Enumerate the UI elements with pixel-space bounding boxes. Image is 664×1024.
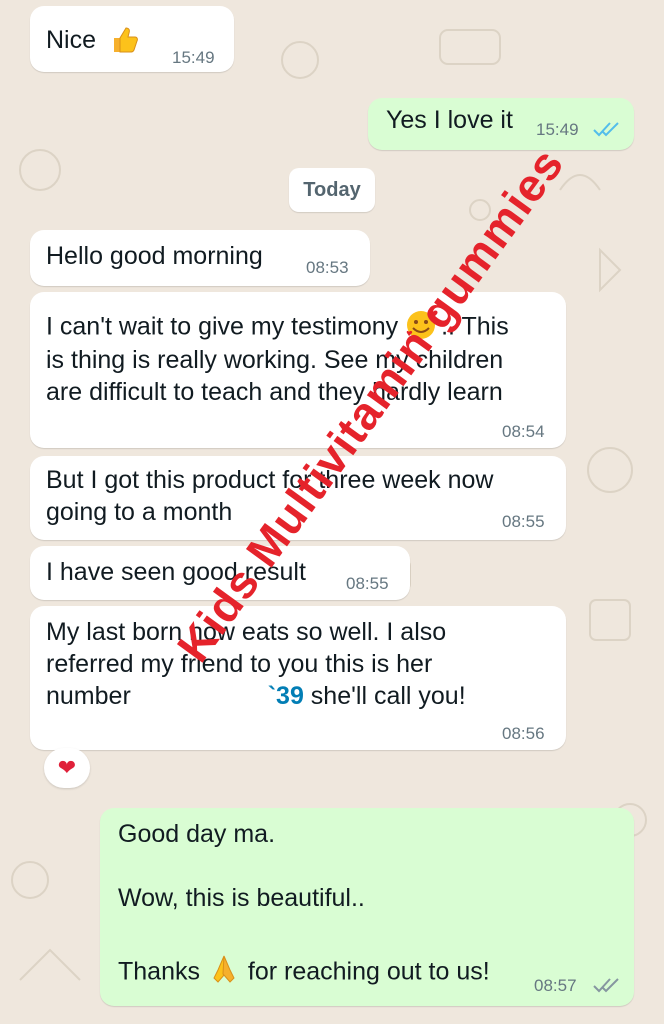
message-bubble-incoming[interactable]: But I got this product for three week no… xyxy=(30,456,566,540)
message-line: number `39 she'll call you! xyxy=(46,682,466,711)
message-text: Yes I love it xyxy=(386,106,513,134)
redacted-phone-number xyxy=(137,684,268,711)
delivered-receipt-icon xyxy=(592,976,622,999)
message-time: 08:55 xyxy=(502,512,545,531)
message-bubble-incoming[interactable]: I have seen good result 08:55 xyxy=(30,546,410,600)
message-time: 08:53 xyxy=(306,258,349,277)
message-line: But I got this product for three week no… xyxy=(46,466,494,494)
message-line: Wow, this is beautiful.. xyxy=(118,884,365,912)
message-bubble-outgoing[interactable]: Good day ma. Wow, this is beautiful.. Th… xyxy=(100,808,634,1006)
message-time: 08:57 xyxy=(534,976,577,995)
message-text: I have seen good result xyxy=(46,558,306,586)
message-time: 08:55 xyxy=(346,574,389,593)
heart-reaction-icon[interactable]: ❤ xyxy=(44,748,90,788)
message-line: is thing is really working. See my child… xyxy=(46,346,504,374)
message-time: 08:54 xyxy=(502,422,545,441)
message-time: 08:56 xyxy=(502,724,545,743)
message-time: 15:49 xyxy=(536,120,579,139)
message-text: Nice xyxy=(46,26,97,54)
message-line: I can't wait to give my testimony .. Thi… xyxy=(46,308,509,348)
message-bubble-outgoing[interactable]: Yes I love it 15:49 xyxy=(368,98,634,150)
day-divider: Today xyxy=(289,168,375,212)
message-line: My last born now eats so well. I also xyxy=(46,618,447,646)
message-text: Hello good morning xyxy=(46,242,263,270)
read-receipt-icon xyxy=(592,120,622,143)
message-line: Good day ma. xyxy=(118,820,276,848)
message-bubble-incoming[interactable]: I can't wait to give my testimony .. Thi… xyxy=(30,292,566,448)
message-line: referred my friend to you this is her xyxy=(46,650,433,678)
message-line: are difficult to teach and they hardly l… xyxy=(46,378,503,406)
smiling-face-with-hearts-icon xyxy=(405,308,441,348)
folded-hands-emoji-icon xyxy=(207,952,241,994)
message-line: going to a month xyxy=(46,498,233,526)
message-time: 15:49 xyxy=(172,48,215,67)
message-line: Thanks for reaching out to us! xyxy=(118,952,490,994)
message-bubble-incoming[interactable]: My last born now eats so well. I also re… xyxy=(30,606,566,750)
thumbs-up-emoji-icon xyxy=(108,24,140,61)
phone-number-link[interactable]: `39 xyxy=(268,682,304,710)
message-bubble-incoming[interactable]: Nice 15:49 xyxy=(30,6,234,72)
message-bubble-incoming[interactable]: Hello good morning 08:53 xyxy=(30,230,370,286)
